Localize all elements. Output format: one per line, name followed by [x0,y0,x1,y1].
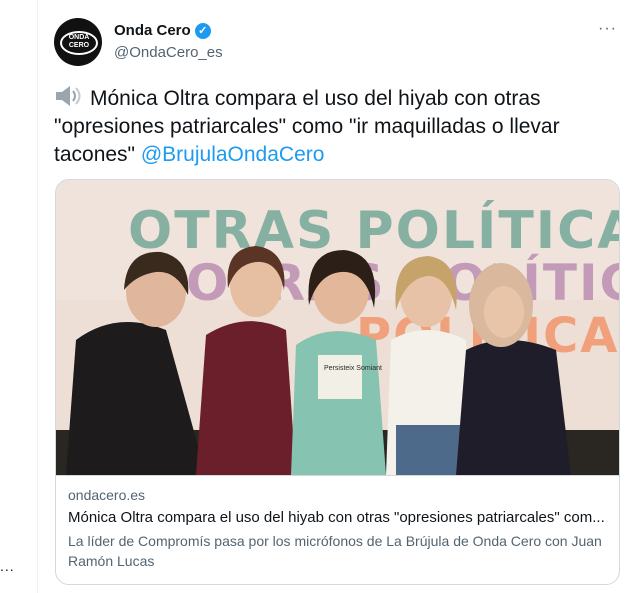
avatar[interactable]: ONDA CERO [54,18,102,66]
card-image[interactable]: OTRAS POLÍTICAS OTRAS POLÍTICAS POLÍTICA… [56,180,619,475]
card-description: La líder de Compromís pasa por los micró… [68,533,602,569]
author-display-name[interactable]: Onda Cero [114,22,191,39]
card-title[interactable]: Mónica Oltra compara el uso del hiyab co… [68,509,608,526]
more-options-icon[interactable]: ··· [598,20,617,38]
card-meta[interactable]: ondacero.es Mónica Oltra compara el uso … [56,475,619,584]
sign-line-1: OTRAS POLÍTICAS [128,200,619,261]
tweet[interactable]: ONDA CERO Onda Cero ✓ @OndaCero_es ··· M… [38,0,636,593]
more-dots-icon[interactable]: ... [0,558,15,574]
speaker-icon [56,86,81,106]
left-sidebar-edge: ... [0,0,38,593]
verified-badge-icon: ✓ [194,22,211,39]
card-domain: ondacero.es [68,487,146,503]
author-handle[interactable]: @OndaCero_es [114,44,223,61]
shirt-text: Persisteix Somiant [324,365,382,372]
mention-link[interactable]: @BrujulaOndaCero [141,143,325,166]
link-card[interactable]: OTRAS POLÍTICAS OTRAS POLÍTICAS POLÍTICA… [55,179,620,585]
author-name-row[interactable]: Onda Cero ✓ [114,22,211,39]
onda-cero-logo-icon: ONDA CERO [60,31,98,55]
tweet-text: Mónica Oltra compara el uso del hiyab co… [54,84,620,169]
